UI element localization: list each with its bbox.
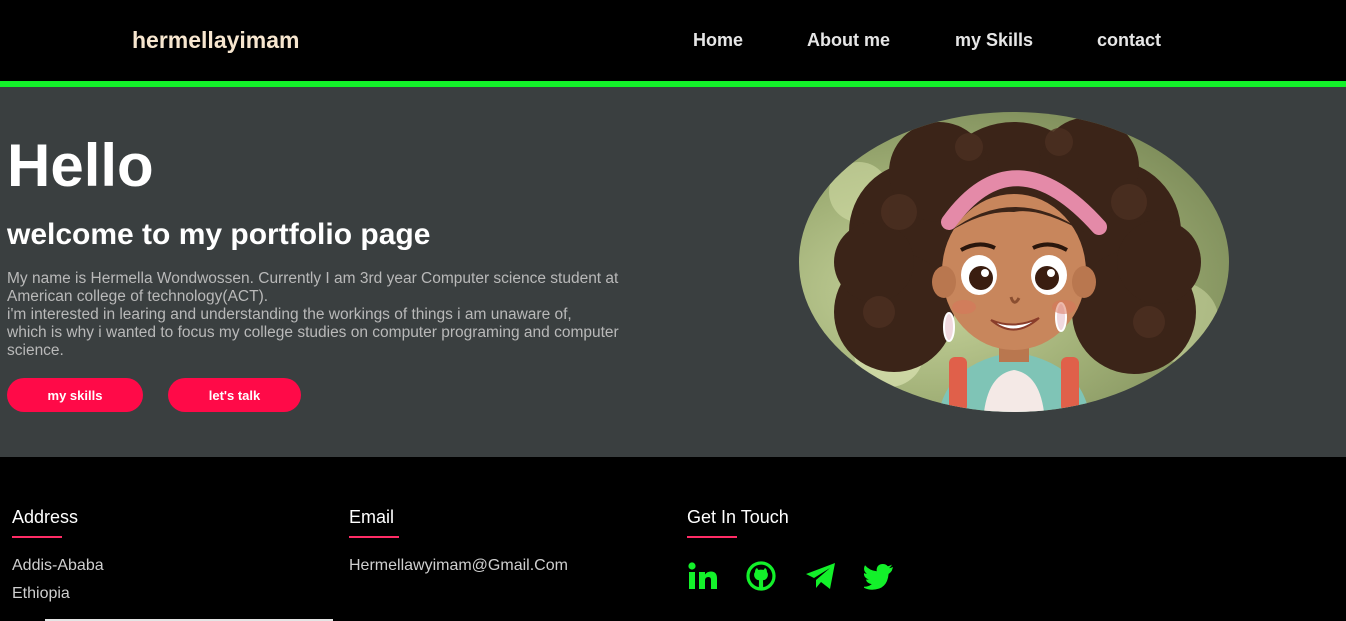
bio-line: My name is Hermella Wondwossen. Currentl… (7, 270, 619, 287)
site-footer: Address Addis-Ababa Ethiopia Email Herme… (0, 457, 1346, 621)
hero-subtitle: welcome to my portfolio page (7, 218, 431, 251)
bio-line: i'm interested in learing and understand… (7, 306, 572, 323)
contact-heading: Get In Touch (687, 507, 789, 527)
social-links (687, 558, 923, 594)
telegram-icon[interactable] (805, 558, 864, 594)
my-skills-button[interactable]: my skills (7, 378, 143, 412)
footer-contact: Get In Touch (687, 507, 923, 594)
bio-line: American college of technology(ACT). (7, 288, 269, 305)
github-icon[interactable] (746, 558, 805, 594)
heading-underline (349, 536, 399, 538)
linkedin-icon[interactable] (687, 558, 746, 594)
footer-email: Email Hermellawyimam@Gmail.Com (349, 507, 568, 580)
heading-underline (12, 536, 62, 538)
nav-contact[interactable]: contact (1097, 30, 1161, 51)
address-heading: Address (12, 507, 79, 527)
nav-home[interactable]: Home (693, 30, 743, 51)
twitter-icon[interactable] (864, 558, 923, 594)
heading-underline (687, 536, 737, 538)
hero-section: Hello welcome to my portfolio page My na… (0, 87, 1346, 457)
email-heading: Email (349, 507, 395, 527)
address-line: Addis-Ababa (12, 557, 104, 574)
main-nav: Home About me my Skills contact (0, 30, 1346, 54)
bio-line: science. (7, 342, 64, 359)
hero-greeting: Hello (7, 132, 154, 199)
site-header: hermellayimam Home About me my Skills co… (0, 0, 1346, 81)
cartoon-girl-illustration (829, 117, 1219, 412)
email-address[interactable]: Hermellawyimam@Gmail.Com (349, 552, 568, 580)
lets-talk-button[interactable]: let's talk (168, 378, 301, 412)
nav-about-me[interactable]: About me (807, 30, 890, 51)
footer-address: Address Addis-Ababa Ethiopia (12, 507, 104, 608)
avatar (799, 112, 1229, 412)
bio-line: which is why i wanted to focus my colleg… (7, 324, 619, 341)
address-line: Ethiopia (12, 585, 70, 602)
nav-my-skills[interactable]: my Skills (955, 30, 1033, 51)
hero-bio: My name is Hermella Wondwossen. Currentl… (7, 270, 657, 360)
